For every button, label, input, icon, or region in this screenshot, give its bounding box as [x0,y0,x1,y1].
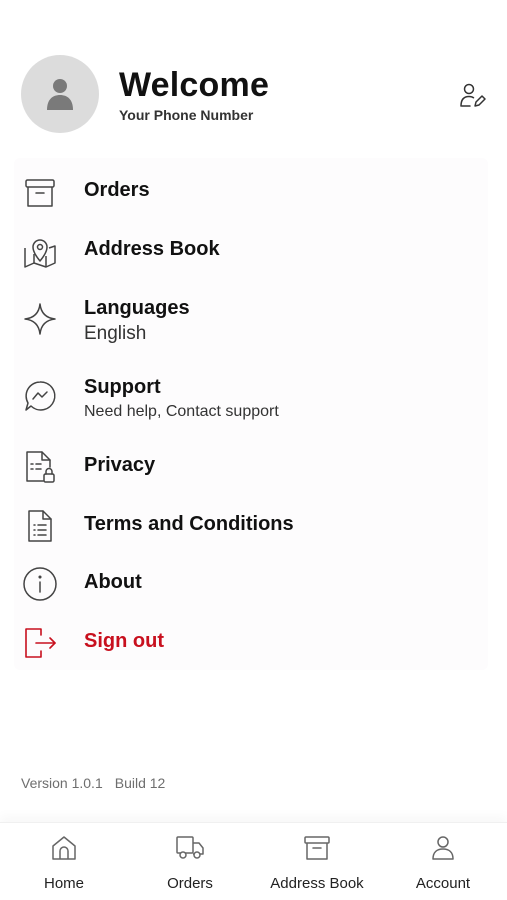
user-icon [428,833,458,863]
menu-item-support[interactable]: Support Need help, Contact support [14,370,488,426]
user-silhouette-icon [47,79,73,110]
tab-label: Orders [167,875,213,892]
map-pin-icon [22,234,58,270]
chat-bubble-icon [22,378,58,414]
account-screen: Welcome Your Phone Number Orders Address… [0,0,507,900]
profile-header: Welcome Your Phone Number [0,0,507,150]
phone-number-text: Your Phone Number [119,107,254,123]
info-circle-icon [22,566,58,602]
menu-item-privacy[interactable]: Privacy [14,447,488,495]
tab-label: Home [43,875,84,892]
document-lock-icon [22,449,58,485]
edit-profile-icon [460,83,486,107]
support-subtext: Need help, Contact support [84,403,279,420]
tab-account[interactable]: Account [380,823,506,900]
menu-item-sign-out[interactable]: Sign out [14,623,488,671]
menu-item-label: Privacy [84,454,156,476]
menu-item-address-book[interactable]: Address Book [14,230,488,278]
tab-orders[interactable]: Orders [127,823,253,900]
menu-item-about[interactable]: About [14,564,488,612]
menu-item-label: About [84,571,142,593]
menu-item-orders[interactable]: Orders [14,171,488,219]
menu-item-label: Address Book [84,238,220,260]
menu-item-terms[interactable]: Terms and Conditions [14,506,488,554]
edit-profile-button[interactable] [456,80,488,112]
home-icon [49,833,79,863]
version-info: Version 1.0.1 Build 12 [21,775,165,791]
menu-item-label: Sign out [84,630,164,652]
archive-box-icon [302,833,332,863]
menu-item-languages[interactable]: Languages English [14,291,488,351]
account-menu: Orders Address Book Languages English Su… [14,158,488,670]
current-language-text: English [84,323,147,344]
menu-item-label: Orders [84,179,150,201]
sparkle-icon [22,301,58,337]
tab-home[interactable]: Home [1,823,127,900]
page-title: Welcome [119,66,270,104]
menu-item-label: Support [84,376,161,398]
tab-label: Address Book [270,875,364,892]
build-text: Build 12 [114,775,166,791]
version-text: Version 1.0.1 [21,775,103,791]
archive-box-icon [22,175,58,211]
menu-item-label: Languages [84,297,190,319]
bottom-navigation: Home Orders Address Book Account [0,822,507,900]
document-list-icon [22,508,58,544]
tab-label: Account [415,875,471,892]
tab-address-book[interactable]: Address Book [254,823,380,900]
truck-icon [175,833,205,863]
avatar[interactable] [21,55,99,133]
menu-item-label: Terms and Conditions [84,513,294,535]
sign-out-icon [22,625,58,661]
